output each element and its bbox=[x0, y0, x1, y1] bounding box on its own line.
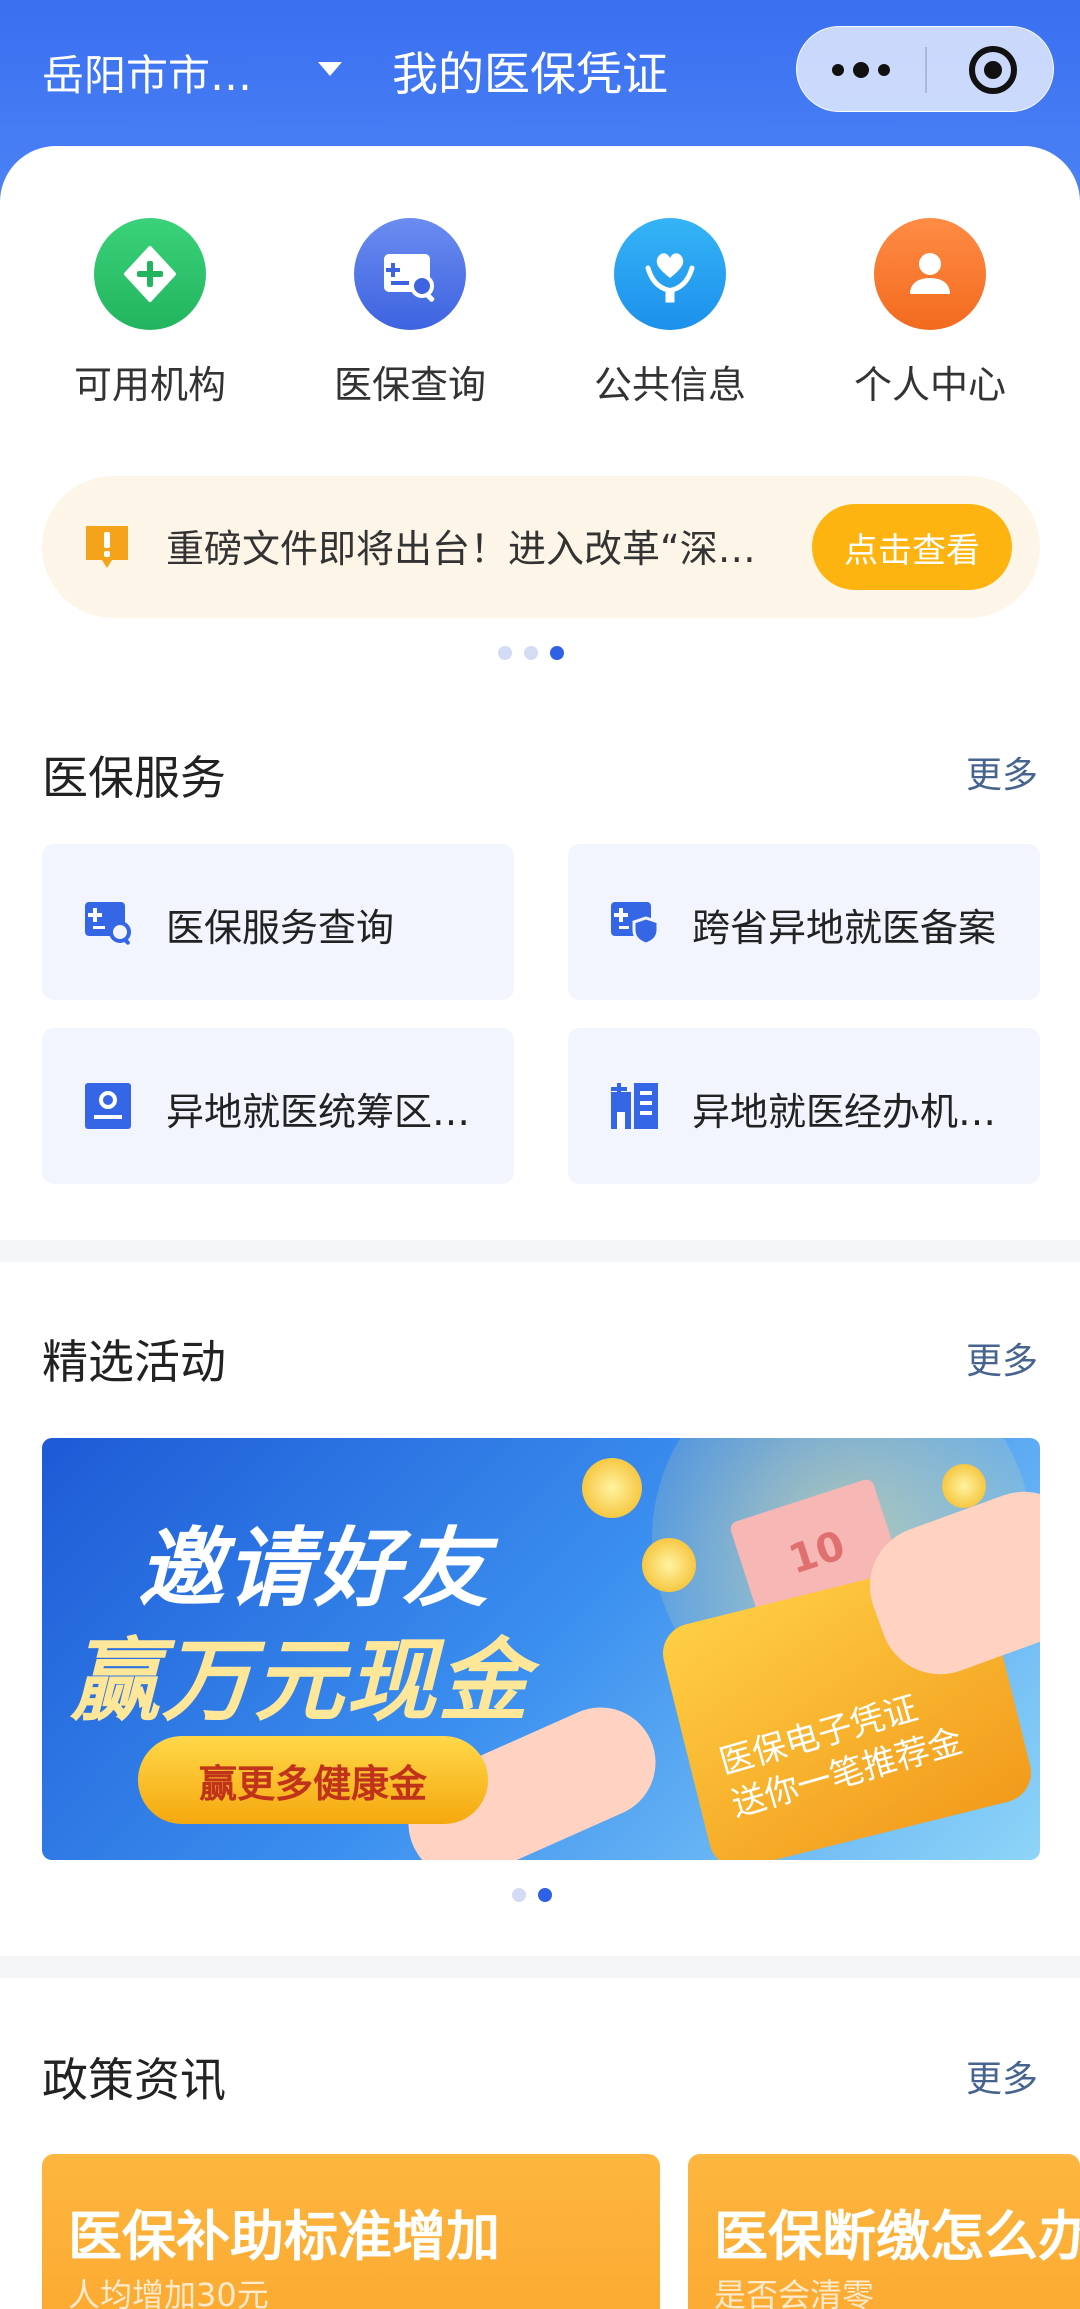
service-tile[interactable]: 跨省异地就医备案 bbox=[568, 844, 1040, 1000]
quick-action-label: 公共信息 bbox=[593, 363, 746, 407]
main-card: 可用机构 医保查询 公共信息 个人中心 重磅文件即将出台！进入改革“深… 点击查… bbox=[0, 146, 1080, 1240]
service-label: 医保服务查询 bbox=[166, 906, 395, 950]
coin-icon bbox=[942, 1464, 986, 1508]
services-section-title: 医保服务 bbox=[42, 751, 226, 805]
hospital-plus-icon bbox=[94, 218, 206, 330]
quick-action-public-info[interactable]: 公共信息 bbox=[570, 218, 770, 409]
activity-banner[interactable]: 10 邀请好友 赢万元现金 赢更多健康金 医保电子凭证 送你一笔推荐金 bbox=[42, 1438, 1040, 1860]
service-label: 跨省异地就医备案 bbox=[692, 906, 997, 950]
quick-action-insurance-query[interactable]: 医保查询 bbox=[310, 218, 510, 409]
notice-text: 重磅文件即将出台！进入改革“深… bbox=[166, 527, 756, 571]
dot-icon bbox=[878, 64, 890, 76]
heart-hand-icon bbox=[614, 218, 726, 330]
pagination-dot bbox=[524, 646, 538, 660]
service-tile[interactable]: 异地就医经办机… bbox=[568, 1028, 1040, 1184]
coin-icon bbox=[582, 1458, 642, 1518]
user-icon bbox=[874, 218, 986, 330]
policy-card[interactable]: 医保补助标准增加 人均增加30元 bbox=[42, 2154, 660, 2309]
activities-section-title: 精选活动 bbox=[42, 1335, 226, 1389]
alert-icon bbox=[82, 522, 132, 572]
id-card-icon bbox=[84, 1082, 134, 1130]
capsule-divider bbox=[925, 47, 927, 93]
notice-banner[interactable]: 重磅文件即将出台！进入改革“深… 点击查看 bbox=[42, 476, 1040, 618]
policy-card-subtitle: 是否会清零 bbox=[714, 2276, 875, 2309]
policy-more-link[interactable]: 更多 bbox=[966, 2050, 1038, 2102]
chevron-down-icon[interactable] bbox=[318, 62, 342, 76]
quick-action-label: 可用机构 bbox=[73, 363, 226, 407]
activity-pagination bbox=[512, 1888, 552, 1902]
policy-card-subtitle: 人均增加30元 bbox=[68, 2276, 269, 2309]
close-target-icon[interactable] bbox=[969, 46, 1017, 94]
banner-headline: 邀请好友 bbox=[138, 1519, 490, 1619]
mini-program-capsule bbox=[796, 26, 1054, 112]
quick-action-label: 医保查询 bbox=[333, 363, 486, 407]
services-more-link[interactable]: 更多 bbox=[966, 746, 1038, 798]
banner-headline-prize: 赢万元现金 bbox=[70, 1629, 530, 1734]
notice-pagination bbox=[498, 646, 564, 660]
quick-action-label: 个人中心 bbox=[853, 363, 1006, 407]
pagination-dot-active bbox=[550, 646, 564, 660]
card-search-icon bbox=[84, 898, 134, 946]
banner-cta-button[interactable]: 赢更多健康金 bbox=[138, 1736, 488, 1824]
city-selector[interactable]: 岳阳市市… bbox=[42, 42, 252, 103]
page-title: 我的医保凭证 bbox=[392, 47, 668, 101]
service-tile[interactable]: 异地就医统筹区… bbox=[42, 1028, 514, 1184]
policy-section-title: 政策资讯 bbox=[42, 2053, 226, 2107]
policy-card[interactable]: 医保断缴怎么办 是否会清零 bbox=[688, 2154, 1080, 2309]
view-notice-button[interactable]: 点击查看 bbox=[812, 504, 1012, 590]
building-icon bbox=[610, 1082, 660, 1130]
card-shield-icon bbox=[610, 898, 660, 946]
service-label: 异地就医统筹区… bbox=[166, 1090, 471, 1134]
insurance-search-icon bbox=[354, 218, 466, 330]
more-menu-button[interactable] bbox=[797, 27, 925, 113]
service-tile[interactable]: 医保服务查询 bbox=[42, 844, 514, 1000]
dot-icon bbox=[853, 62, 869, 78]
quick-action-institutions[interactable]: 可用机构 bbox=[50, 218, 250, 409]
policy-card-title: 医保补助标准增加 bbox=[68, 2205, 500, 2268]
activities-more-link[interactable]: 更多 bbox=[966, 1332, 1038, 1384]
quick-actions: 可用机构 医保查询 公共信息 个人中心 bbox=[0, 218, 1080, 409]
coin-icon bbox=[642, 1538, 696, 1592]
pagination-dot-active bbox=[538, 1888, 552, 1902]
pagination-dot bbox=[512, 1888, 526, 1902]
policy-card-title: 医保断缴怎么办 bbox=[714, 2205, 1080, 2268]
dot-icon bbox=[832, 64, 844, 76]
service-label: 异地就医经办机… bbox=[692, 1090, 997, 1134]
pagination-dot bbox=[498, 646, 512, 660]
quick-action-personal-center[interactable]: 个人中心 bbox=[830, 218, 1030, 409]
